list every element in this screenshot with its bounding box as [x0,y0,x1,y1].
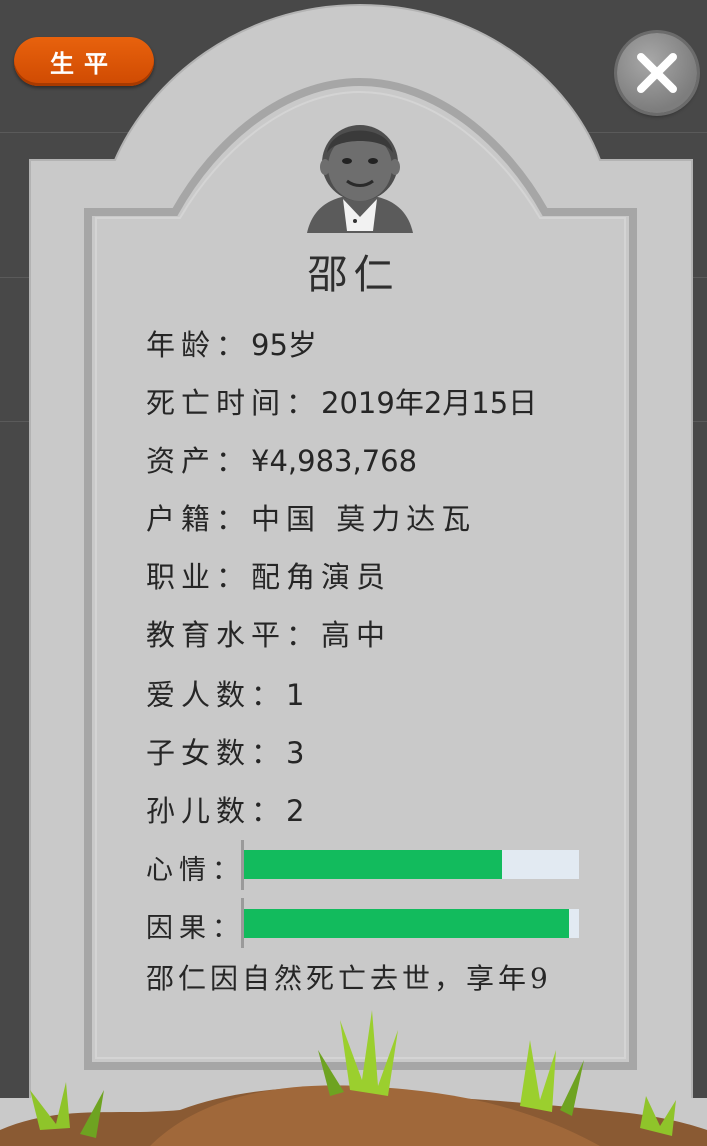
age-row: 年龄：95岁 [146,322,323,364]
deceased-name: 邵仁 [307,252,400,298]
karma-bar-fill [244,909,569,938]
children-value: 3 [286,736,305,770]
mood-label: 心情： [146,855,245,886]
close-x-icon [637,53,677,93]
death-date-value: 2019年2月15日 [321,386,538,420]
death-date-row: 死亡时间：2019年2月15日 [146,380,537,422]
age-unit: 岁 [287,328,323,362]
death-date-label: 死亡时间： [146,386,322,420]
assets-row: 资产：¥4,983,768 [146,438,417,480]
mood-bar [244,850,579,879]
education-value: 高中 [321,618,392,652]
life-summary-button[interactable]: 生平 [14,37,154,86]
assets-label: 资产： [146,444,252,478]
age-value: 95 [251,328,288,362]
karma-label: 因果： [146,913,245,944]
spouses-value: 1 [286,678,305,712]
assets-value: ¥4,983,768 [251,444,418,478]
grass-mound-decoration [0,1010,707,1146]
hukou-value: 中国 莫力达瓦 [251,502,477,536]
grandchildren-row: 孙儿数：2 [146,788,304,830]
occupation-label: 职业： [146,560,252,594]
occupation-row: 职业：配角演员 [146,554,391,596]
spouses-row: 爱人数：1 [146,672,304,714]
elderly-man-avatar-icon [305,105,415,235]
age-label: 年龄： [146,328,252,362]
occupation-value: 配角演员 [251,560,392,594]
mood-bar-fill [244,850,502,879]
grandchildren-label: 孙儿数： [146,794,287,828]
grandchildren-value: 2 [286,794,305,828]
children-row: 子女数：3 [146,730,304,772]
spouses-label: 爱人数： [146,678,287,712]
close-button[interactable] [617,33,697,113]
karma-bar [244,909,579,938]
hukou-row: 户籍：中国 莫力达瓦 [146,496,476,538]
education-label: 教育水平： [146,618,322,652]
education-row: 教育水平：高中 [146,612,391,654]
children-label: 子女数： [146,736,287,770]
hukou-label: 户籍： [146,502,252,536]
